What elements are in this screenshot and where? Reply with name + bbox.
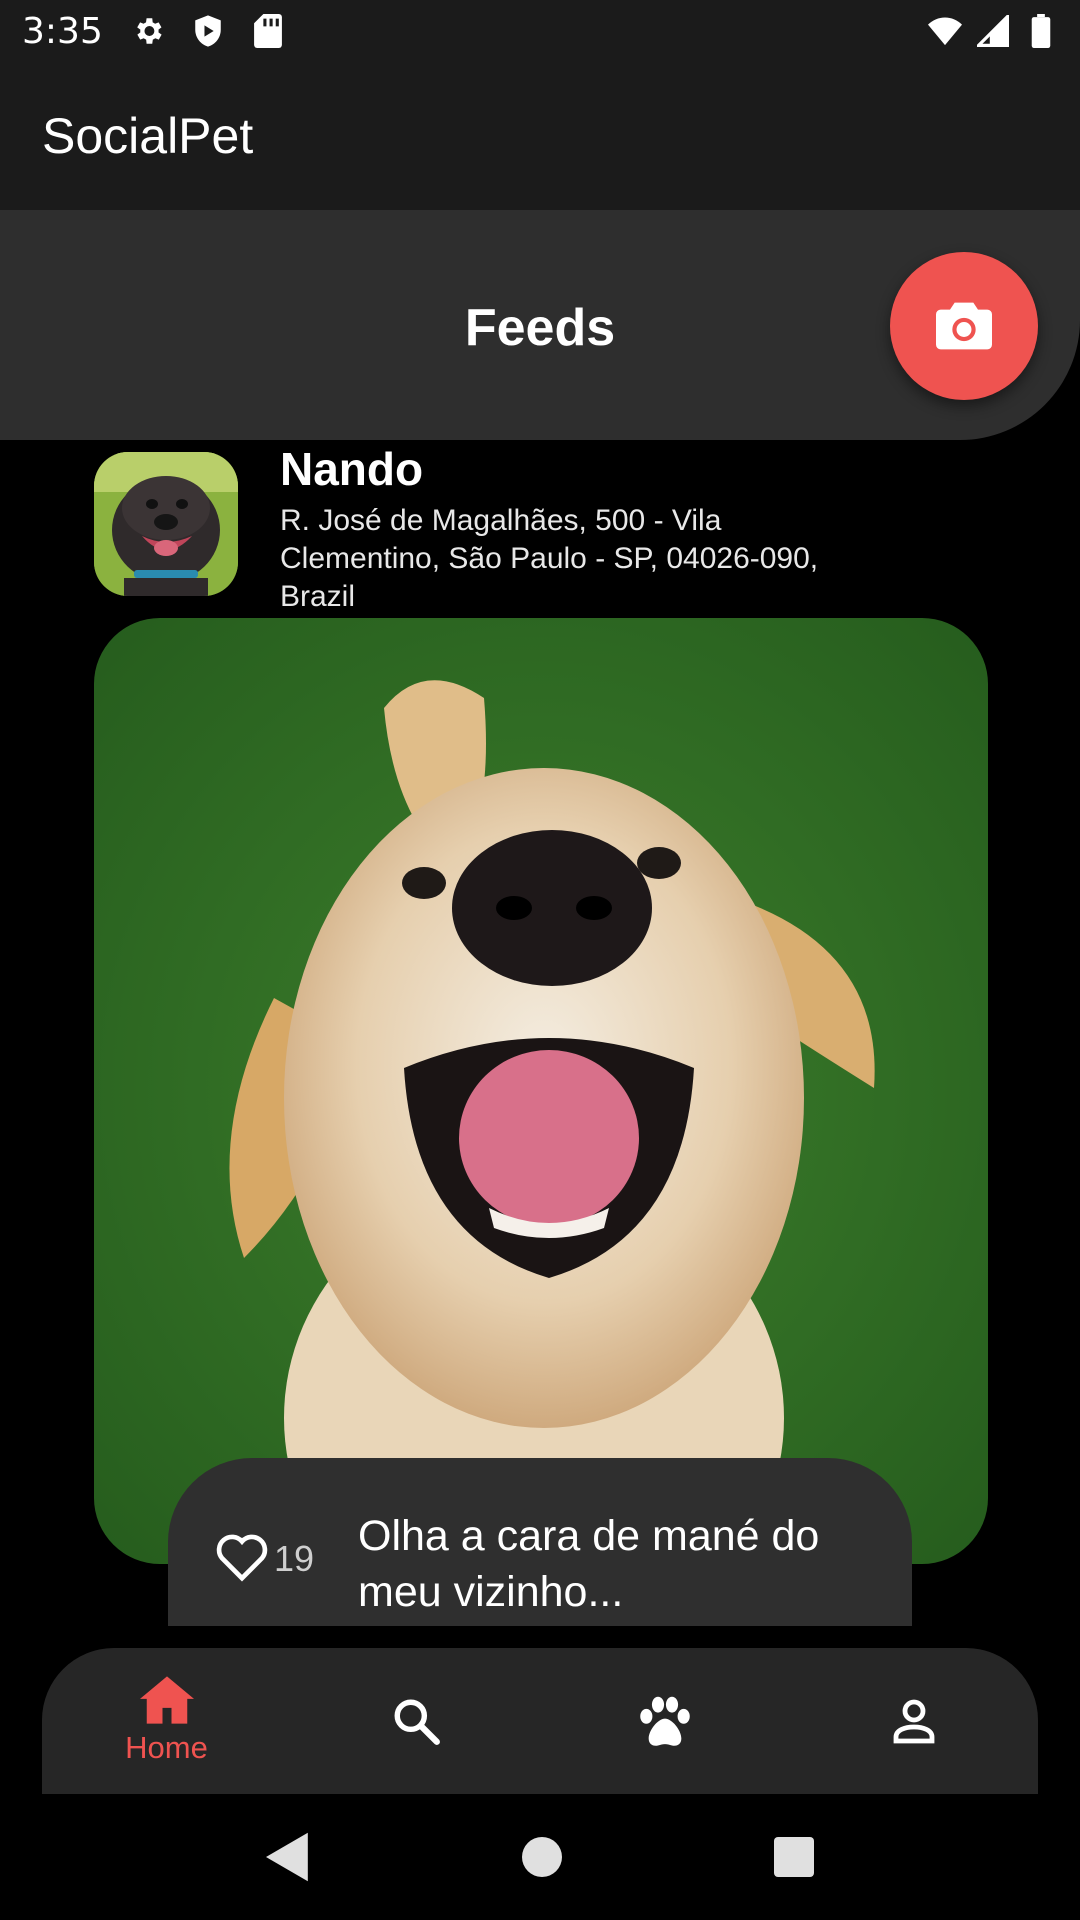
screen: 3:35 SocialPet Feeds Nando R. José de Ma…	[0, 0, 1080, 1920]
settings-icon	[131, 14, 165, 48]
nav-home[interactable]: Home	[42, 1648, 291, 1794]
recents-icon[interactable]	[774, 1837, 814, 1877]
cell-signal-icon	[976, 14, 1010, 48]
app-bar: SocialPet	[0, 62, 1080, 210]
nav-profile[interactable]	[789, 1648, 1038, 1794]
play-protect-icon	[191, 14, 225, 48]
feeds-header: Feeds	[0, 210, 1080, 440]
camera-icon	[936, 302, 992, 350]
profile-icon	[893, 1699, 934, 1744]
status-time: 3:35	[22, 10, 103, 52]
paw-icon	[639, 1696, 690, 1746]
search-icon	[394, 1699, 440, 1745]
post-image[interactable]	[94, 618, 988, 1564]
author-name[interactable]: Nando	[280, 442, 423, 496]
camera-button[interactable]	[890, 252, 1038, 400]
home-icon	[139, 1676, 194, 1724]
status-bar: 3:35	[0, 0, 1080, 62]
nav-search[interactable]	[291, 1648, 540, 1794]
post-caption: Olha a cara de mané do meu vizinho...	[358, 1512, 820, 1616]
nav-pets[interactable]	[540, 1648, 789, 1794]
caption-card: 19 Olha a cara de mané do meu vizinho...	[168, 1458, 912, 1626]
sd-card-icon	[251, 14, 285, 48]
nav-home-label: Home	[125, 1730, 208, 1765]
home-circle-icon[interactable]	[522, 1837, 562, 1877]
author-avatar[interactable]	[94, 452, 238, 596]
heart-icon[interactable]	[214, 1530, 270, 1582]
system-navigation	[0, 1794, 1080, 1920]
back-icon[interactable]	[266, 1832, 310, 1882]
author-address: R. José de Magalhães, 500 - Vila Clement…	[280, 504, 819, 613]
bottom-navigation: Home	[42, 1648, 1038, 1794]
like-count: 19	[274, 1538, 315, 1579]
app-title: SocialPet	[42, 108, 254, 164]
wifi-icon	[928, 14, 962, 48]
battery-icon	[1024, 14, 1058, 48]
